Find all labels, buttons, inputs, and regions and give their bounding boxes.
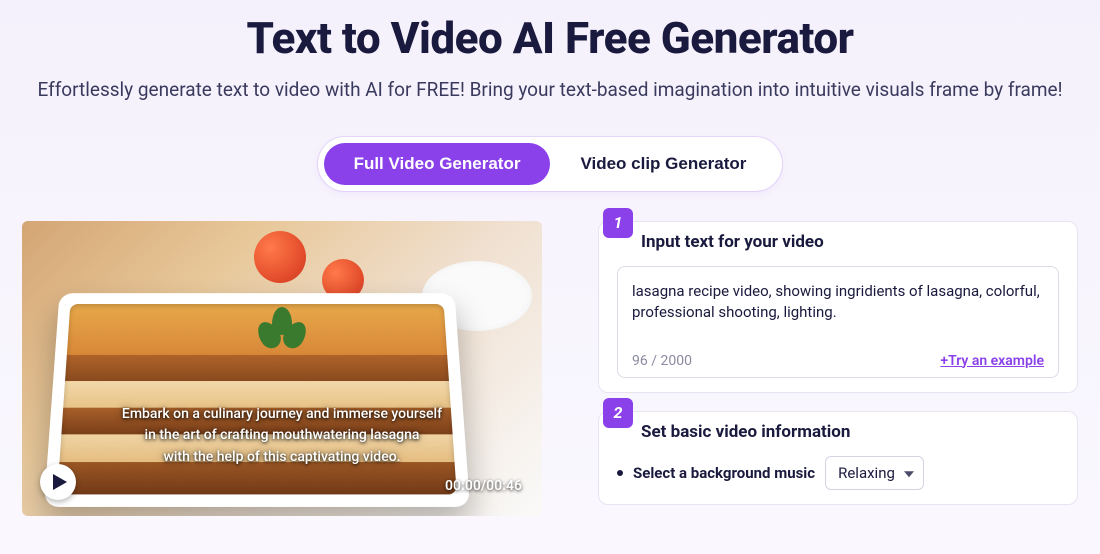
video-thumbnail: [22, 221, 542, 516]
page-subtitle: Effortlessly generate text to video with…: [0, 76, 1100, 105]
bullet-icon: [617, 470, 623, 476]
video-preview[interactable]: Embark on a culinary journey and immerse…: [22, 221, 542, 516]
step-1-block: 1 Input text for your video 96 / 2000 +T…: [598, 221, 1078, 393]
mode-tabs: Full Video Generator Video clip Generato…: [0, 137, 1100, 191]
play-button[interactable]: [40, 464, 76, 500]
step-1-title: Input text for your video: [641, 232, 824, 252]
video-caption: Embark on a culinary journey and immerse…: [22, 403, 542, 468]
char-counter: 96 / 2000: [632, 353, 692, 369]
tab-full-video-generator[interactable]: Full Video Generator: [324, 143, 551, 185]
try-example-link[interactable]: +Try an example: [940, 353, 1044, 369]
step-2-badge: 2: [603, 398, 633, 428]
step-1-badge: 1: [603, 208, 633, 238]
music-label: Select a background music: [633, 464, 815, 482]
page-title: Text to Video AI Free Generator: [0, 0, 1100, 64]
tab-video-clip-generator[interactable]: Video clip Generator: [550, 143, 776, 185]
step-2-title: Set basic video information: [641, 422, 850, 442]
music-select[interactable]: Relaxing: [825, 456, 924, 490]
step-2-block: 2 Set basic video information Select a b…: [598, 411, 1078, 505]
prompt-textarea[interactable]: [632, 281, 1044, 325]
play-icon: [53, 474, 67, 490]
video-timecode: 00:00/00:46: [445, 478, 522, 494]
